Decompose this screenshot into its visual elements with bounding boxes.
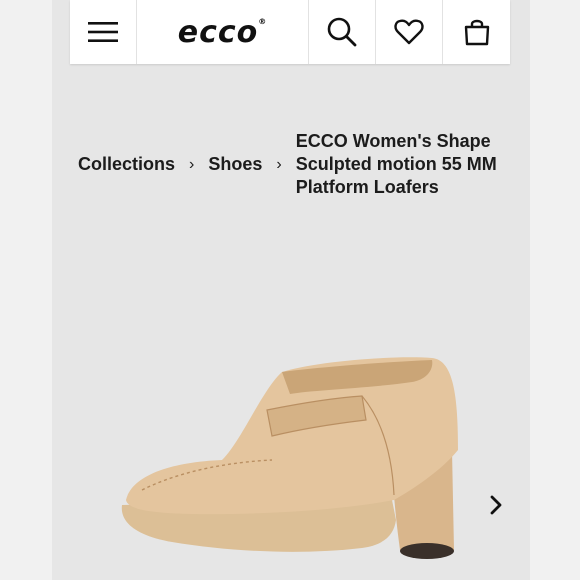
search-icon [327, 17, 357, 47]
breadcrumb-separator: › [189, 156, 195, 173]
right-margin [530, 0, 580, 580]
logo: ecco® [177, 14, 268, 50]
bag-icon [464, 19, 489, 46]
search-button[interactable] [309, 0, 376, 64]
cart-button[interactable] [443, 0, 510, 64]
product-image [121, 357, 458, 559]
logo-link[interactable]: ecco® [137, 0, 309, 64]
wishlist-button[interactable] [376, 0, 443, 64]
chevron-right-icon[interactable] [485, 494, 507, 516]
breadcrumb: Collections › Shoes › ECCO Women's Shape… [78, 130, 508, 199]
top-header: ecco® [70, 0, 510, 64]
heart-icon [394, 19, 424, 45]
breadcrumb-current-product: ECCO Women's Shape Sculpted motion 55 MM… [295, 131, 497, 197]
menu-button[interactable] [70, 0, 137, 64]
breadcrumb-collections[interactable]: Collections [78, 153, 175, 176]
breadcrumb-separator: › [276, 156, 282, 173]
menu-icon [88, 22, 118, 42]
left-margin [0, 0, 52, 580]
breadcrumb-shoes[interactable]: Shoes [208, 153, 262, 176]
